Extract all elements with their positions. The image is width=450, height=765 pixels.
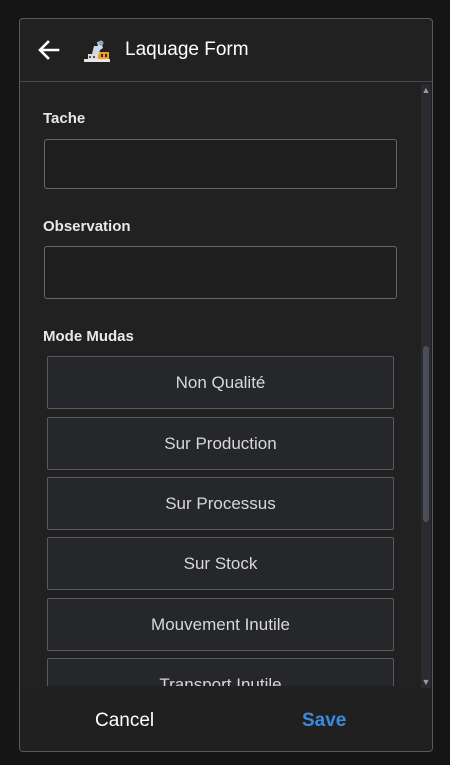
form-content[interactable]: Tache Observation Mode Mudas Non Qualité… bbox=[20, 82, 418, 686]
muda-option-sur-stock[interactable]: Sur Stock bbox=[47, 537, 394, 590]
dialog-header: Laquage Form bbox=[20, 19, 432, 82]
scroll-down-icon[interactable]: ▼ bbox=[421, 676, 431, 688]
page-title: Laquage Form bbox=[125, 39, 249, 60]
observation-label: Observation bbox=[43, 218, 131, 235]
cancel-button[interactable]: Cancel bbox=[95, 710, 154, 732]
mode-mudas-label: Mode Mudas bbox=[43, 328, 134, 345]
scrollbar[interactable]: ▲ ▼ bbox=[421, 84, 431, 688]
muda-option-transport-inutile[interactable]: Transport Inutile bbox=[47, 658, 394, 686]
arrow-left-icon bbox=[38, 40, 60, 60]
scroll-up-icon[interactable]: ▲ bbox=[421, 84, 431, 96]
tache-input[interactable] bbox=[44, 139, 397, 189]
observation-input[interactable] bbox=[44, 246, 397, 299]
muda-option-sur-processus[interactable]: Sur Processus bbox=[47, 477, 394, 530]
muda-option-mouvement-inutile[interactable]: Mouvement Inutile bbox=[47, 598, 394, 651]
factory-icon bbox=[84, 40, 110, 62]
laquage-form-dialog: Laquage Form Tache Observation Mode Muda… bbox=[19, 18, 433, 752]
scroll-thumb[interactable] bbox=[423, 346, 429, 522]
dialog-footer: Cancel Save bbox=[20, 688, 432, 751]
muda-option-sur-production[interactable]: Sur Production bbox=[47, 417, 394, 470]
muda-option-non-qualite[interactable]: Non Qualité bbox=[47, 356, 394, 409]
save-button[interactable]: Save bbox=[302, 710, 346, 732]
tache-label: Tache bbox=[43, 110, 86, 127]
app-icon bbox=[83, 38, 111, 64]
back-button[interactable] bbox=[36, 37, 62, 63]
